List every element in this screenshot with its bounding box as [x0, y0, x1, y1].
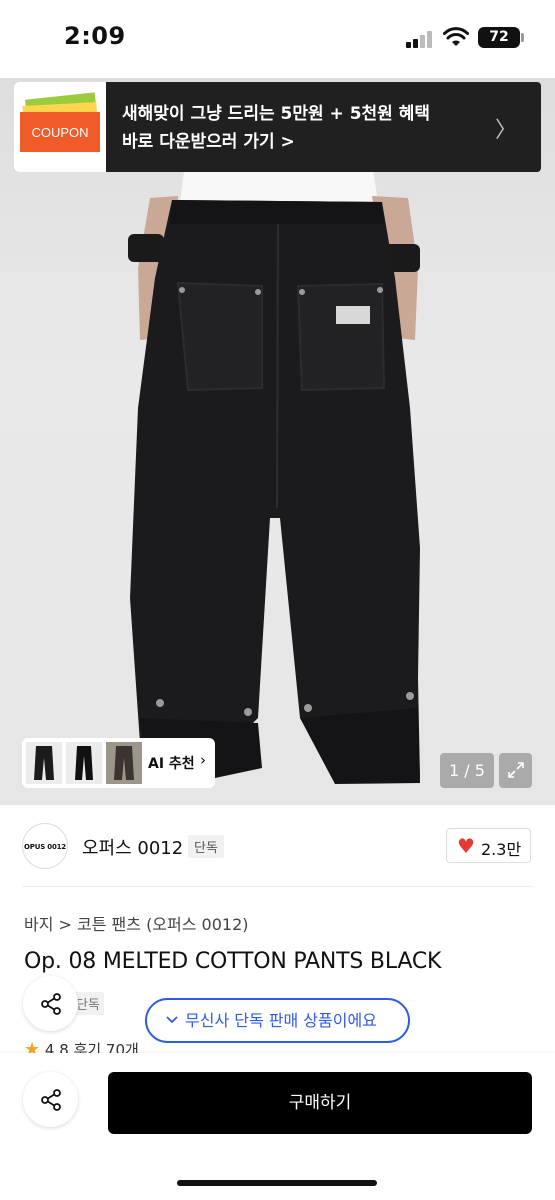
- expand-icon: [507, 762, 524, 778]
- share-button[interactable]: [23, 1072, 78, 1127]
- image-counter: 1 / 5: [440, 753, 494, 788]
- coupon-image: COUPON: [14, 82, 106, 172]
- thumbnail-3[interactable]: [106, 742, 142, 784]
- chevron-down-icon: [165, 1000, 179, 1056]
- buy-button[interactable]: 구매하기: [108, 1072, 532, 1134]
- status-time: 2:09: [64, 22, 126, 50]
- coupon-banner[interactable]: COUPON 새해맞이 그냥 드리는 5만원 + 5천원 혜택 바로 다운받으러…: [14, 82, 541, 172]
- pants-thumb-icon: [34, 746, 54, 780]
- expand-button[interactable]: [499, 753, 532, 788]
- brand-logo[interactable]: OPUS 0012: [22, 823, 68, 869]
- chevron-right-icon: ›: [200, 751, 206, 769]
- like-count: 2.3만: [481, 840, 522, 859]
- status-bar: 2:09 72: [0, 0, 555, 78]
- product-image[interactable]: [0, 78, 555, 805]
- exclusive-badge: 단독: [188, 835, 224, 858]
- battery-icon: 72: [478, 27, 520, 48]
- brand-name[interactable]: 오퍼스 0012: [82, 834, 183, 860]
- share-button[interactable]: [23, 976, 78, 1031]
- home-indicator[interactable]: [177, 1180, 377, 1186]
- coupon-label: COUPON: [31, 125, 88, 140]
- exclusive-notice-text: 무신사 단독 판매 상품이에요: [185, 1011, 377, 1030]
- battery-cap: [521, 33, 524, 42]
- ai-recommend-label: AI 추천: [148, 756, 195, 772]
- heart-icon: ♥: [457, 834, 475, 858]
- signal-icon: [406, 30, 434, 48]
- exclusive-notice-pill[interactable]: 무신사 단독 판매 상품이에요: [145, 998, 410, 1043]
- pants-thumb-icon: [114, 746, 134, 780]
- like-button[interactable]: ♥ 2.3만: [446, 828, 531, 863]
- share-icon: [41, 993, 61, 1015]
- chevron-right-icon: 〉: [494, 118, 517, 143]
- wifi-icon: [443, 27, 469, 46]
- thumbnail-2[interactable]: [66, 742, 102, 784]
- product-photo: [128, 163, 420, 784]
- breadcrumb[interactable]: 바지 > 코튼 팬츠 (오퍼스 0012): [24, 911, 249, 935]
- coupon-line1: 새해맞이 그냥 드리는 5만원 + 5천원 혜택: [122, 104, 431, 124]
- ai-recommend-widget[interactable]: AI 추천 ›: [22, 738, 215, 788]
- coupon-text: 새해맞이 그냥 드리는 5만원 + 5천원 혜택 바로 다운받으러 가기 >: [122, 100, 430, 156]
- coupon-line2: 바로 다운받으러 가기 >: [122, 132, 295, 152]
- product-title: Op. 08 MELTED COTTON PANTS BLACK: [24, 949, 442, 974]
- thumbnail-1[interactable]: [26, 742, 62, 784]
- coupon-icon: COUPON: [20, 92, 100, 152]
- divider: [22, 886, 533, 887]
- share-icon: [41, 1089, 61, 1111]
- pants-thumb-icon: [75, 746, 93, 780]
